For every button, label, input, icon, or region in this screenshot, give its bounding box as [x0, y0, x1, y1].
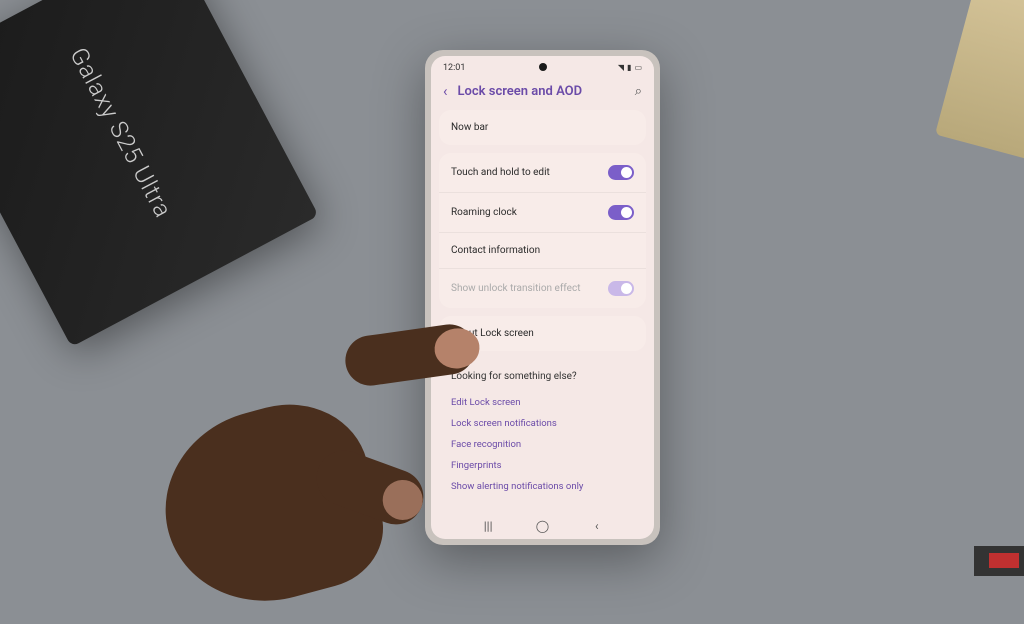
back-button[interactable]: ‹ [588, 519, 606, 533]
camera-punch-hole [539, 63, 547, 71]
back-icon[interactable]: ‹ [443, 82, 448, 100]
status-time: 12:01 [443, 63, 465, 73]
status-icons: ◥ ▮ ▭ [618, 63, 642, 72]
settings-group: Now bar [439, 110, 646, 145]
about-lock-screen-row[interactable]: About Lock screen [439, 316, 646, 351]
roaming-clock-toggle[interactable] [608, 205, 634, 220]
settings-header: ‹ Lock screen and AOD ⌕ [431, 76, 654, 110]
phone-frame: 12:01 ◥ ▮ ▭ ‹ Lock screen and AOD ⌕ Now … [425, 50, 660, 545]
fingerprints-link[interactable]: Fingerprints [439, 455, 646, 476]
touch-hold-edit-toggle[interactable] [608, 165, 634, 180]
product-box: Galaxy S25 Ultra [0, 0, 319, 347]
signal-icon: ▮ [627, 63, 631, 72]
show-alerting-notifications-link[interactable]: Show alerting notifications only [439, 476, 646, 497]
contact-info-row[interactable]: Contact information [439, 232, 646, 268]
recents-button[interactable]: ||| [479, 519, 497, 533]
watermark [974, 546, 1024, 576]
unlock-transition-toggle [608, 281, 634, 296]
background-object [935, 0, 1024, 160]
hand-pointing [135, 330, 465, 590]
search-icon[interactable]: ⌕ [635, 84, 642, 99]
setting-label: About Lock screen [451, 328, 534, 339]
related-links-heading: Looking for something else? [439, 359, 646, 392]
roaming-clock-row[interactable]: Roaming clock [439, 192, 646, 232]
settings-group: About Lock screen [439, 316, 646, 351]
setting-label: Roaming clock [451, 207, 517, 218]
settings-list: Now bar Touch and hold to edit Roaming c… [431, 110, 654, 497]
lock-screen-notifications-link[interactable]: Lock screen notifications [439, 413, 646, 434]
settings-group: Touch and hold to edit Roaming clock Con… [439, 153, 646, 308]
setting-label: Contact information [451, 245, 540, 256]
page-title: Lock screen and AOD [458, 84, 625, 99]
phone-screen: 12:01 ◥ ▮ ▭ ‹ Lock screen and AOD ⌕ Now … [431, 56, 654, 539]
setting-label: Touch and hold to edit [451, 167, 550, 178]
navigation-bar: ||| ◯ ‹ [431, 513, 654, 539]
face-recognition-link[interactable]: Face recognition [439, 434, 646, 455]
setting-label: Show unlock transition effect [451, 283, 580, 294]
now-bar-row[interactable]: Now bar [439, 110, 646, 145]
unlock-transition-row: Show unlock transition effect [439, 268, 646, 308]
wifi-icon: ◥ [618, 63, 624, 72]
product-box-label: Galaxy S25 Ultra [64, 43, 177, 223]
related-links-section: Looking for something else? Edit Lock sc… [439, 359, 646, 497]
setting-label: Now bar [451, 122, 488, 133]
home-button[interactable]: ◯ [533, 519, 551, 533]
battery-icon: ▭ [634, 63, 642, 72]
edit-lock-screen-link[interactable]: Edit Lock screen [439, 392, 646, 413]
touch-hold-edit-row[interactable]: Touch and hold to edit [439, 153, 646, 192]
